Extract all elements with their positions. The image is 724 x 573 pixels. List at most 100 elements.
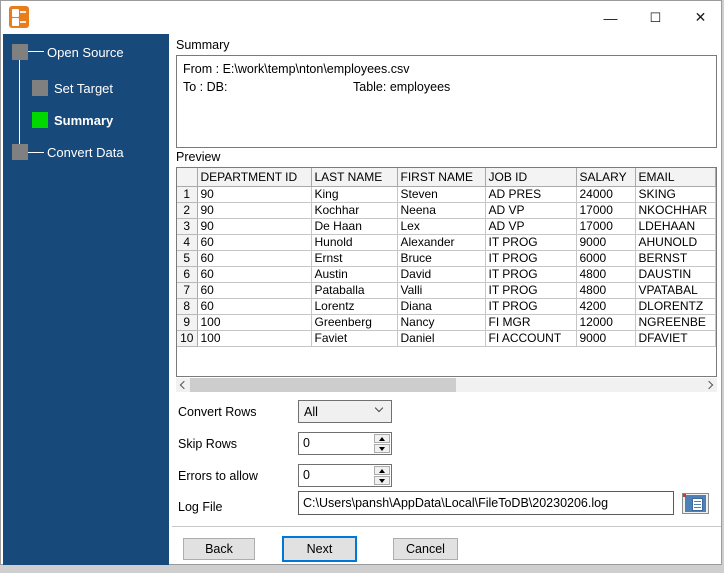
table-cell: IT PROG (485, 234, 577, 251)
skip-rows-stepper[interactable]: 0 (298, 432, 392, 455)
table-cell: 12000 (576, 314, 636, 331)
table-cell: 17000 (576, 202, 636, 219)
spin-down-button[interactable] (374, 444, 390, 453)
preview-table-body: 1 90 King Steven AD PRES 24000 SKING 2 90 Kochhar… (177, 186, 716, 347)
table-cell: Lorentz (311, 298, 398, 315)
column-header[interactable]: JOB ID (485, 168, 577, 187)
table-row[interactable]: 8 60 Lorentz Diana IT PROG 4200 DLORENTZ (177, 298, 716, 315)
preview-section-label: Preview (176, 150, 221, 164)
close-button[interactable]: ✕ (678, 1, 723, 34)
table-cell: 60 (197, 250, 312, 267)
spin-up-button[interactable] (374, 434, 390, 443)
spin-up-button[interactable] (374, 466, 390, 475)
table-cell: SKING (635, 186, 716, 203)
table-cell: FI ACCOUNT (485, 330, 577, 347)
table-cell: 24000 (576, 186, 636, 203)
column-header[interactable]: FIRST NAME (397, 168, 486, 187)
table-cell: De Haan (311, 218, 398, 235)
app-logo-icon (9, 6, 29, 28)
next-button[interactable]: Next (282, 536, 357, 562)
title-bar[interactable]: — ☐ ✕ (1, 1, 721, 34)
row-number-cell: 2 (177, 202, 198, 219)
table-cell: 9000 (576, 234, 636, 251)
convert-rows-dropdown[interactable]: All (298, 400, 392, 423)
minimize-button[interactable]: — (588, 1, 633, 34)
table-row[interactable]: 5 60 Ernst Bruce IT PROG 6000 BERNST (177, 250, 716, 267)
horizontal-scrollbar[interactable] (176, 378, 717, 392)
scrollbar-thumb[interactable] (190, 378, 456, 392)
sidebar-step-summary: Summary (54, 113, 114, 128)
column-header[interactable]: SALARY (576, 168, 636, 187)
log-file-input[interactable] (298, 491, 674, 515)
corner-header-cell (177, 168, 198, 187)
table-cell: 60 (197, 282, 312, 299)
table-cell: AD VP (485, 202, 577, 219)
column-header[interactable]: LAST NAME (311, 168, 398, 187)
table-cell: 4800 (576, 282, 636, 299)
table-cell: 4200 (576, 298, 636, 315)
table-row[interactable]: 1 90 King Steven AD PRES 24000 SKING (177, 186, 716, 203)
table-row[interactable]: 2 90 Kochhar Neena AD VP 17000 NKOCHHAR (177, 202, 716, 219)
table-row[interactable]: 9 100 Greenberg Nancy FI MGR 12000 NGREENBE (177, 314, 716, 331)
summary-text-box: From : E:\work\temp\nton\employees.csv T… (176, 55, 717, 148)
table-cell: 100 (197, 330, 312, 347)
preview-table[interactable]: DEPARTMENT ID LAST NAME FIRST NAME JOB I… (176, 167, 717, 377)
sidebar-step-set-target: Set Target (54, 81, 114, 96)
back-button[interactable]: Back (183, 538, 255, 560)
table-row[interactable]: 7 60 Pataballa Valli IT PROG 4800 VPATABAL (177, 282, 716, 299)
row-number-cell: 1 (177, 186, 198, 203)
table-row[interactable]: 10 100 Faviet Daniel FI ACCOUNT 9000 DFAVIET (177, 330, 716, 347)
column-header[interactable]: EMAIL (635, 168, 716, 187)
table-cell: David (397, 266, 486, 283)
table-cell: 60 (197, 298, 312, 315)
table-cell: Steven (397, 186, 486, 203)
log-file-icon (685, 495, 706, 512)
summary-table-label: Table: employees (353, 80, 451, 94)
row-number-cell: 6 (177, 266, 198, 283)
table-cell: AD VP (485, 218, 577, 235)
row-number-cell: 10 (177, 330, 198, 347)
table-header-row: DEPARTMENT ID LAST NAME FIRST NAME JOB I… (177, 168, 716, 187)
table-cell: Diana (397, 298, 486, 315)
row-number-cell: 8 (177, 298, 198, 315)
cancel-button[interactable]: Cancel (393, 538, 458, 560)
table-cell: 90 (197, 202, 312, 219)
summary-from-line: From : E:\work\temp\nton\employees.csv (183, 62, 410, 76)
table-cell: DAUSTIN (635, 266, 716, 283)
column-header[interactable]: DEPARTMENT ID (197, 168, 312, 187)
table-cell: 4800 (576, 266, 636, 283)
table-cell: Kochhar (311, 202, 398, 219)
table-cell: Bruce (397, 250, 486, 267)
wizard-sidebar: Open Source Set Target Summary Convert D… (3, 34, 169, 565)
table-cell: Daniel (397, 330, 486, 347)
scroll-right-icon[interactable] (704, 378, 717, 392)
scroll-left-icon[interactable] (176, 378, 189, 392)
table-cell: IT PROG (485, 266, 577, 283)
table-row[interactable]: 4 60 Hunold Alexander IT PROG 9000 AHUNOLD (177, 234, 716, 251)
table-cell: Faviet (311, 330, 398, 347)
table-row[interactable]: 6 60 Austin David IT PROG 4800 DAUSTIN (177, 266, 716, 283)
spin-down-button[interactable] (374, 476, 390, 485)
table-cell: King (311, 186, 398, 203)
summary-section-label: Summary (176, 38, 230, 52)
step-marker-set-target (32, 80, 48, 96)
table-cell: AD PRES (485, 186, 577, 203)
table-cell: BERNST (635, 250, 716, 267)
maximize-button[interactable]: ☐ (633, 1, 678, 34)
sidebar-step-convert-data: Convert Data (47, 145, 124, 160)
table-cell: AHUNOLD (635, 234, 716, 251)
table-cell: 90 (197, 218, 312, 235)
table-cell: FI MGR (485, 314, 577, 331)
errors-to-allow-stepper[interactable]: 0 (298, 464, 392, 487)
errors-to-allow-value: 0 (303, 468, 310, 482)
row-number-cell: 5 (177, 250, 198, 267)
app-window: — ☐ ✕ Open Source Set Target Summary Con… (0, 0, 722, 565)
table-cell: 90 (197, 186, 312, 203)
open-log-button[interactable] (682, 493, 709, 514)
step-marker-open-source (12, 44, 28, 60)
table-row[interactable]: 3 90 De Haan Lex AD VP 17000 LDEHAAN (177, 218, 716, 235)
screen: — ☐ ✕ Open Source Set Target Summary Con… (0, 0, 724, 573)
table-cell: Hunold (311, 234, 398, 251)
table-cell: 17000 (576, 218, 636, 235)
table-cell: Pataballa (311, 282, 398, 299)
